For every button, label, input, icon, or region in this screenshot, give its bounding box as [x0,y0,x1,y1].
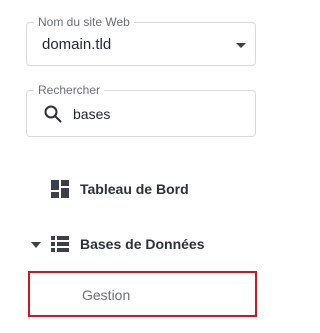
search-icon [44,105,62,123]
site-selector-value: domain.tld [42,36,112,53]
sidebar-item-databases-label: Bases de Données [80,236,205,252]
dashboard-icon [51,180,69,198]
search-label: Rechercher [34,83,105,97]
sidebar-subitem-gestion-label: Gestion [82,287,131,303]
search-field[interactable]: Rechercher [26,83,256,137]
sidebar-item-dashboard[interactable]: Tableau de Bord [0,178,298,202]
database-list-icon [51,236,69,252]
chevron-down-icon[interactable] [236,43,246,48]
site-selector-label: Nom du site Web [34,15,134,29]
search-input[interactable] [73,104,243,124]
sidebar-item-databases[interactable]: Bases de Données [0,233,298,257]
sidebar-item-dashboard-label: Tableau de Bord [80,181,189,197]
sidebar-subitem-gestion[interactable]: Gestion [28,271,257,317]
expand-arrow-icon[interactable] [31,242,41,248]
site-selector[interactable]: Nom du site Web domain.tld [26,15,256,66]
